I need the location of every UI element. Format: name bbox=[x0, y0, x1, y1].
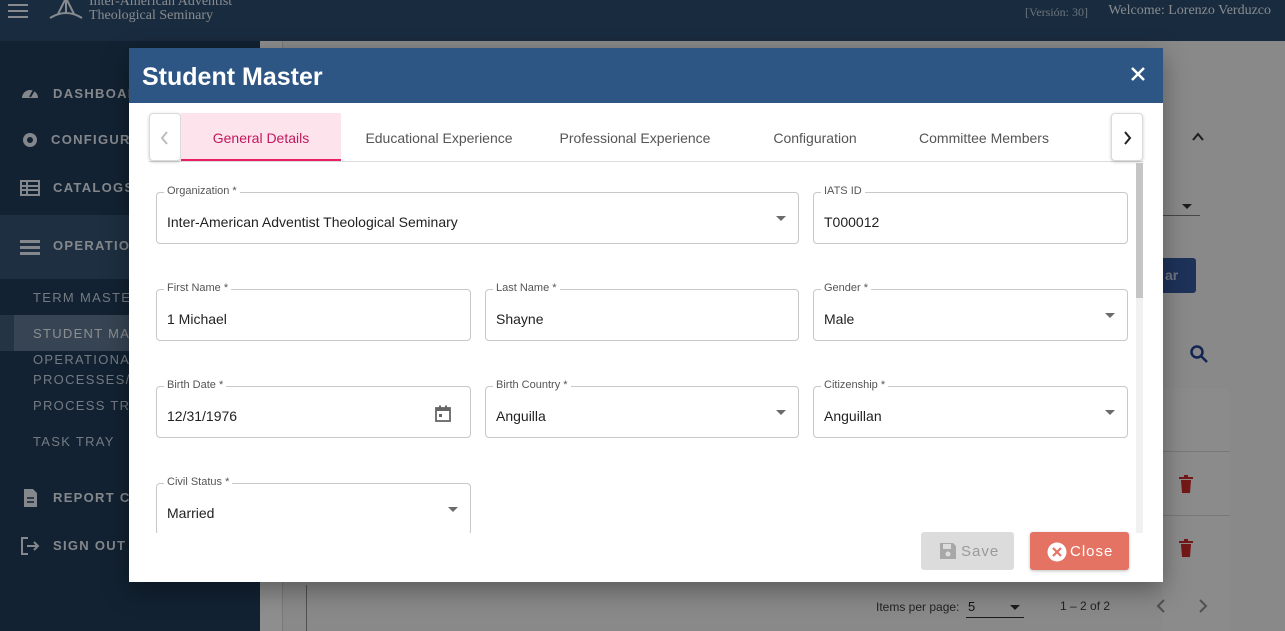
iats-id-value: T000012 bbox=[824, 214, 880, 230]
birth-date-value: 12/31/1976 bbox=[167, 408, 238, 424]
birth-country-label: Birth Country * bbox=[493, 378, 571, 392]
organization-select[interactable]: Organization * Inter-American Adventist … bbox=[156, 184, 799, 244]
first-name-field[interactable]: First Name * 1 Michael bbox=[156, 281, 471, 341]
iats-id-label: IATS ID bbox=[821, 184, 865, 198]
tab-scroll-right-button[interactable] bbox=[1111, 113, 1143, 161]
chevron-down-icon bbox=[1105, 313, 1115, 318]
birth-country-select[interactable]: Birth Country * Anguilla bbox=[485, 378, 799, 438]
tab-general-details[interactable]: General Details bbox=[181, 113, 341, 161]
civil-status-label: Civil Status * bbox=[164, 475, 233, 489]
save-button-label: Save bbox=[961, 543, 1000, 560]
first-name-value: 1 Michael bbox=[167, 311, 227, 327]
dialog-title: Student Master bbox=[142, 63, 323, 91]
chevron-right-icon bbox=[1124, 131, 1132, 145]
dialog-header: Student Master bbox=[129, 48, 1163, 103]
tab-educational-experience[interactable]: Educational Experience bbox=[341, 113, 537, 161]
general-details-form: Organization * Inter-American Adventist … bbox=[149, 163, 1143, 533]
close-button[interactable]: Close bbox=[1030, 532, 1129, 570]
citizenship-select[interactable]: Citizenship * Anguillan bbox=[813, 378, 1128, 438]
chevron-down-icon bbox=[776, 410, 786, 415]
tab-professional-experience[interactable]: Professional Experience bbox=[537, 113, 733, 161]
scrollbar-thumb[interactable] bbox=[1136, 163, 1143, 298]
gender-select[interactable]: Gender * Male bbox=[813, 281, 1128, 341]
close-button-label: Close bbox=[1070, 543, 1114, 560]
birth-date-field[interactable]: Birth Date * 12/31/1976 bbox=[156, 378, 471, 438]
form-scrollbar[interactable] bbox=[1136, 163, 1143, 533]
close-circle-icon bbox=[1047, 542, 1067, 562]
first-name-label: First Name * bbox=[164, 281, 232, 295]
tab-bar: General Details Educational Experience P… bbox=[149, 113, 1143, 162]
last-name-label: Last Name * bbox=[493, 281, 560, 295]
close-icon[interactable] bbox=[1129, 65, 1147, 83]
chevron-down-icon bbox=[448, 507, 458, 512]
citizenship-value: Anguillan bbox=[824, 408, 882, 424]
civil-status-value: Married bbox=[167, 505, 215, 521]
birth-country-value: Anguilla bbox=[496, 408, 546, 424]
save-button[interactable]: Save bbox=[921, 532, 1014, 570]
citizenship-label: Citizenship * bbox=[821, 378, 889, 392]
last-name-value: Shayne bbox=[496, 311, 544, 327]
last-name-field[interactable]: Last Name * Shayne bbox=[485, 281, 799, 341]
gender-value: Male bbox=[824, 311, 855, 327]
tab-scroll-left-button[interactable] bbox=[149, 113, 181, 161]
tab-committee-members[interactable]: Committee Members bbox=[897, 113, 1071, 161]
chevron-left-icon bbox=[160, 131, 168, 145]
birth-date-label: Birth Date * bbox=[164, 378, 227, 392]
chevron-down-icon bbox=[776, 216, 786, 221]
civil-status-select[interactable]: Civil Status * Married bbox=[156, 475, 471, 533]
calendar-icon[interactable] bbox=[434, 405, 452, 423]
chevron-down-icon bbox=[1105, 410, 1115, 415]
save-icon bbox=[940, 543, 956, 559]
iats-id-field[interactable]: IATS ID T000012 bbox=[813, 184, 1128, 244]
gender-label: Gender * bbox=[821, 281, 872, 295]
student-master-dialog: Student Master General Details Education… bbox=[129, 48, 1163, 582]
dialog-footer: Save Close bbox=[129, 532, 1163, 582]
organization-label: Organization * bbox=[164, 184, 240, 198]
organization-value: Inter-American Adventist Theological Sem… bbox=[167, 214, 458, 230]
tab-configuration[interactable]: Configuration bbox=[733, 113, 897, 161]
